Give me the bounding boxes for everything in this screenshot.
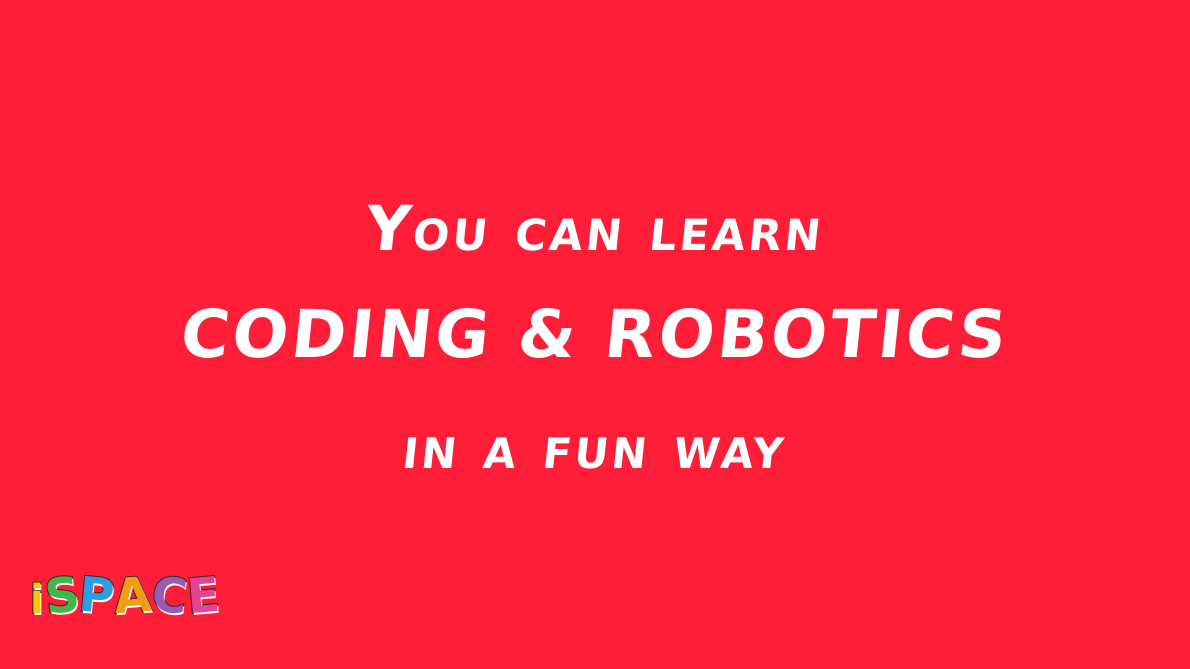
headline-line-3: in a fun way xyxy=(399,413,791,483)
logo-letter-a: A xyxy=(112,566,155,626)
logo-letter-i: i xyxy=(29,577,45,623)
ispace-logo: i S P A C E xyxy=(29,558,223,627)
logo-letter-e: E xyxy=(183,566,223,627)
headline-line-1: You can learn xyxy=(361,192,829,265)
logo-letter-s: S xyxy=(41,565,83,626)
logo-letter-c: C xyxy=(148,565,191,626)
headline-line-2: CODING & ROBOTICS xyxy=(177,296,1014,373)
logo-letter-p: P xyxy=(76,566,118,627)
